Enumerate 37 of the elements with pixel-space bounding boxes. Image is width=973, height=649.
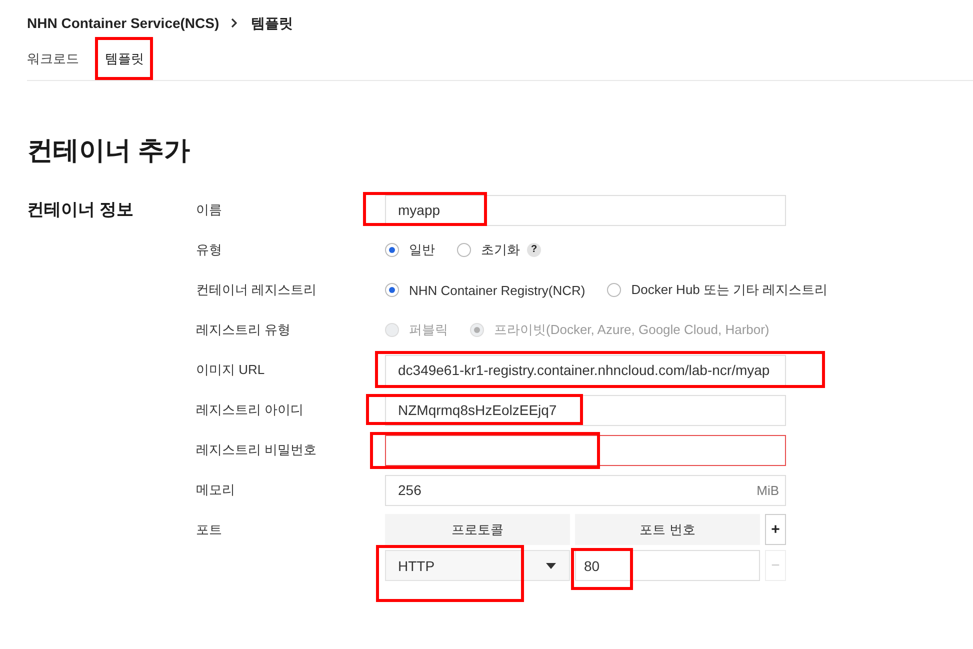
field-label: 레지스트리 유형 [196, 321, 292, 339]
column-header: 프로토콜 [385, 514, 570, 545]
input-field[interactable]: 256 MiB [385, 474, 786, 506]
input-field[interactable]: NZMqrmq8sHzEolzEEjq7 [385, 394, 786, 426]
field-label: 포트 [196, 521, 223, 539]
unit-label: MiB [756, 482, 779, 498]
radio-button[interactable] [607, 283, 622, 297]
section-title: 컨테이너 정보 [27, 199, 135, 221]
chevron-right-icon [231, 18, 238, 28]
field-label: 레지스트리 비밀번호 [196, 441, 318, 459]
breadcrumb-item[interactable]: NHN Container Service(NCS) [27, 13, 220, 33]
field-label: 유형 [196, 241, 223, 259]
radio-label[interactable]: NHN Container Registry(NCR) [409, 282, 586, 298]
field-label: 이름 [196, 201, 223, 219]
field-label: 레지스트리 아이디 [196, 401, 305, 419]
field-label: 이미지 URL [196, 361, 266, 379]
input-field[interactable]: dc349e61-kr1-registry.container.nhncloud.com/lab-ncr/myap [385, 354, 786, 386]
radio-label[interactable]: 초기화 [481, 241, 520, 259]
column-header: 포트 번호 [575, 514, 760, 545]
radio-button[interactable] [385, 283, 399, 297]
tab[interactable]: 템플릿 [105, 49, 144, 80]
field-label: 컨테이너 레지스트리 [196, 281, 318, 299]
caret-down-icon [546, 562, 556, 568]
radio-label[interactable]: Docker Hub 또는 기타 레지스트리 [631, 281, 828, 299]
breadcrumb-item[interactable]: 템플릿 [251, 13, 294, 33]
add-button[interactable]: + [765, 514, 786, 545]
radio-label[interactable]: 일반 [409, 241, 435, 259]
input-field[interactable] [385, 434, 786, 466]
help-icon[interactable]: ? [527, 243, 541, 257]
port-field[interactable]: 80 [575, 550, 760, 581]
radio-button[interactable] [457, 243, 471, 257]
protocol-select[interactable]: HTTP [385, 550, 570, 581]
tab[interactable]: 워크로드 [27, 49, 79, 80]
input-field[interactable]: myapp [385, 194, 786, 226]
field-label: 메모리 [196, 481, 236, 499]
radio-button[interactable] [385, 243, 399, 257]
page-title: 컨테이너 추가 [27, 134, 192, 167]
